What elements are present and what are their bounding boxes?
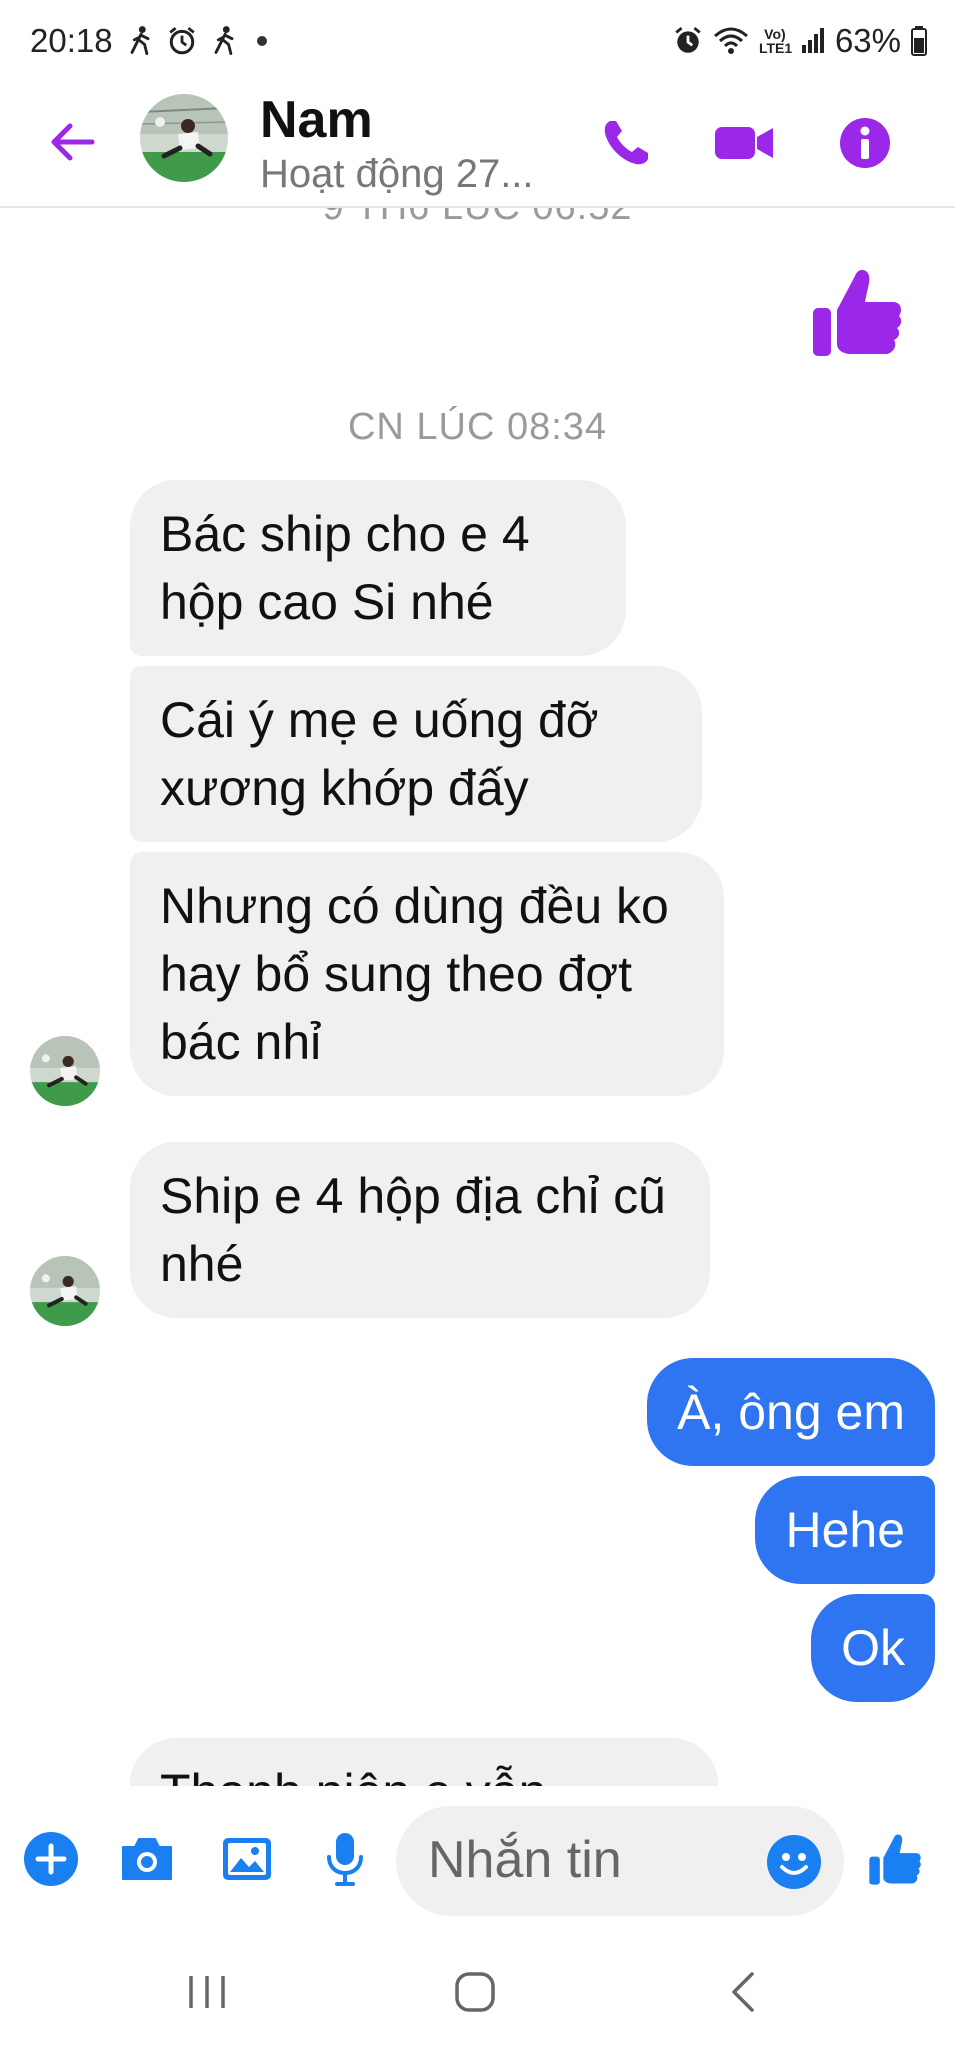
timestamp-label: 9 TH6 LÚC 06:52 [0,208,955,229]
message-input[interactable]: Nhắn tin [396,1806,844,1916]
volte-indicator: Vo) LTE1 [758,26,793,56]
contact-status: Hoạt động 27... [260,152,534,196]
incoming-message[interactable]: Thanh niên e vẫn [130,1738,718,1786]
incoming-message[interactable]: Nhưng có dùng đều ko hay bổ sung theo đợ… [130,852,724,1096]
sender-avatar[interactable] [30,1256,100,1326]
wifi-icon [713,27,748,54]
walking-icon-2 [214,26,234,55]
system-navigation-bar [0,1936,955,2048]
contact-avatar[interactable] [140,94,228,182]
info-button[interactable] [832,110,898,176]
message-composer: Nhắn tin [0,1786,955,1936]
timestamp-label: CN LÚC 08:34 [347,406,608,448]
status-left: 20:18 [30,22,267,60]
avatar-photo [30,1036,100,1106]
camera-button[interactable] [112,1824,182,1894]
camera-icon [122,1838,172,1880]
message-list[interactable]: 9 TH6 LÚC 06:52 CN LÚC 08:34 Bác ship ch… [0,208,955,1786]
incoming-message[interactable]: Ship e 4 hộp địa chỉ cũ nhé [130,1142,710,1318]
info-icon [840,118,890,168]
nav-back-button[interactable] [708,1962,778,2022]
more-actions-button[interactable] [16,1824,86,1894]
video-call-button[interactable] [712,110,778,176]
back-arrow-icon [51,123,95,161]
emoji-icon[interactable] [766,1834,822,1890]
home-button[interactable] [440,1962,510,2022]
message-input-placeholder: Nhắn tin [428,1831,622,1889]
gallery-button[interactable] [212,1824,282,1894]
recent-apps-icon [189,1976,225,2008]
send-like-button[interactable] [860,1824,930,1894]
image-icon [223,1838,271,1880]
outgoing-message[interactable]: Hehe [755,1476,935,1584]
contact-name[interactable]: Nam [260,90,373,150]
volte-label-bottom: LTE1 [758,40,793,56]
notification-dot-icon [256,36,267,46]
phone-icon [604,121,648,165]
sent-thumbs-up-icon [813,269,902,356]
signal-icon [801,28,824,53]
back-button[interactable] [42,112,102,172]
outgoing-message[interactable]: À, ông em [647,1358,935,1466]
incoming-message[interactable]: Bác ship cho e 4 hộp cao Si nhé [130,480,626,656]
battery-icon [911,26,927,56]
status-time: 20:18 [30,22,113,59]
sender-avatar[interactable] [30,1036,100,1106]
outgoing-message[interactable]: Ok [811,1594,935,1702]
avatar-photo [140,94,228,182]
video-camera-icon [715,127,773,159]
status-right: Vo) LTE1 63% [673,22,927,60]
battery-percent: 63% [834,22,901,59]
plus-icon [24,1832,78,1886]
status-bar: 20:18 Vo) LTE1 63% [0,0,955,90]
walking-icon [130,26,150,55]
incoming-message[interactable]: Cái ý mẹ e uống đỡ xương khớp đấy [130,666,702,842]
conversation-header: Nam Hoạt động 27... [0,90,955,208]
alarm-icon-right [675,27,701,53]
alarm-icon [168,27,195,55]
back-icon [732,1972,754,2012]
volte-label-top: Vo) [764,26,786,42]
microphone-icon [327,1833,363,1886]
recent-apps-button[interactable] [172,1962,242,2022]
thumbs-up-icon [869,1834,921,1885]
avatar-photo [30,1256,100,1326]
voice-call-button[interactable] [593,110,659,176]
home-icon [455,1972,495,2012]
voice-message-button[interactable] [310,1824,380,1894]
